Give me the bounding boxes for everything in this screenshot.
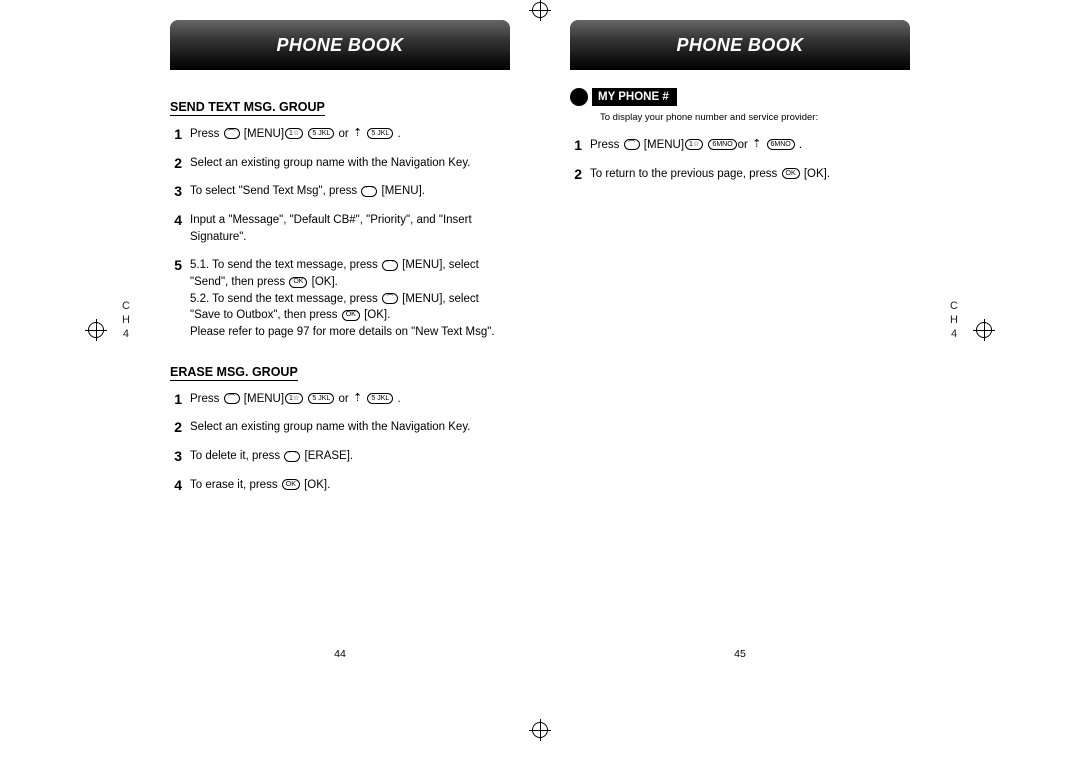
step-row: 1 Press ⌒ [MENU]1☆ 5 JKL or ⇡ 5 JKL . — [170, 391, 510, 408]
step-row: 3 To select "Send Text Msg", press ⌒ [ME… — [170, 183, 510, 200]
step-text: To select "Send Text Msg", press ⌒ [MENU… — [190, 183, 510, 200]
ok-icon: OK — [282, 479, 300, 490]
key-6: 6MNO — [708, 139, 736, 150]
ok-icon: OK — [289, 277, 307, 288]
document-spread: PHONE BOOK CH4 SEND TEXT MSG. GROUP 1 Pr… — [140, 20, 940, 720]
step-text: Press ⌒ [MENU]1☆ 5 JKL or ⇡ 5 JKL . — [190, 126, 510, 143]
nav-up-icon: ⇡ — [353, 126, 362, 142]
step-number: 1 — [570, 137, 582, 153]
step-text: Input a "Message", "Default CB#", "Prior… — [190, 212, 510, 245]
step-text: Press ⌒ [MENU]1☆ 5 JKL or ⇡ 5 JKL . — [190, 391, 510, 408]
softkey-icon: ⌒ — [382, 293, 398, 304]
step-row: 2 To return to the previous page, press … — [570, 166, 910, 183]
section-title: ERASE MSG. GROUP — [170, 365, 298, 381]
ok-icon: OK — [782, 168, 800, 179]
nav-up-icon: ⇡ — [353, 391, 362, 407]
chapter-tag-right: CH4 — [950, 300, 958, 341]
step-text: To return to the previous page, press OK… — [590, 166, 910, 183]
step-text: 5.1. To send the text message, press ⌒ [… — [190, 257, 510, 340]
step-number: 2 — [170, 419, 182, 435]
step-number: 2 — [570, 166, 582, 182]
key-1: 1☆ — [285, 128, 303, 139]
step-row: 4 To erase it, press OK [OK]. — [170, 477, 510, 494]
step-number: 2 — [170, 155, 182, 171]
page-number-left: 44 — [140, 648, 540, 660]
softkey-icon: ⌒ — [284, 451, 300, 462]
step-number: 5 — [170, 257, 182, 273]
key-5: 5 JKL — [308, 393, 334, 404]
step-row: 2 Select an existing group name with the… — [170, 155, 510, 172]
step-number: 4 — [170, 212, 182, 228]
step-row: 3 To delete it, press ⌒ [ERASE]. — [170, 448, 510, 465]
softkey-icon: ⌒ — [224, 393, 240, 404]
badge-label: MY PHONE # — [592, 88, 677, 106]
chapter-tag-left: CH4 — [122, 300, 130, 341]
page-header-title: PHONE BOOK — [676, 35, 803, 56]
badge-circle-icon — [570, 88, 588, 106]
page-number-right: 45 — [540, 648, 940, 660]
key-5: 5 JKL — [308, 128, 334, 139]
key-5b: 5 JKL — [367, 393, 393, 404]
step-text: To delete it, press ⌒ [ERASE]. — [190, 448, 510, 465]
step-number: 3 — [170, 183, 182, 199]
step-text: Select an existing group name with the N… — [190, 419, 510, 436]
page-header-title: PHONE BOOK — [276, 35, 403, 56]
page-header-left: PHONE BOOK — [170, 20, 510, 70]
step-row: 1 Press ⌒ [MENU]1☆ 6MNOor ⇡ 6MNO . — [570, 137, 910, 154]
section-subtext: To display your phone number and service… — [600, 112, 910, 123]
softkey-icon: ⌒ — [361, 186, 377, 197]
section-badge: MY PHONE # — [570, 88, 910, 106]
key-5b: 5 JKL — [367, 128, 393, 139]
key-6b: 6MNO — [767, 139, 795, 150]
key-1: 1☆ — [285, 393, 303, 404]
key-1: 1☆ — [685, 139, 703, 150]
step-number: 4 — [170, 477, 182, 493]
section-title: SEND TEXT MSG. GROUP — [170, 100, 325, 116]
page-left: PHONE BOOK CH4 SEND TEXT MSG. GROUP 1 Pr… — [140, 20, 540, 720]
step-number: 1 — [170, 391, 182, 407]
section-erase: ERASE MSG. GROUP 1 Press ⌒ [MENU]1☆ 5 JK… — [170, 353, 510, 494]
softkey-icon: ⌒ — [624, 139, 640, 150]
section-send-text: SEND TEXT MSG. GROUP 1 Press ⌒ [MENU]1☆ … — [170, 88, 510, 341]
step-row: 1 Press ⌒ [MENU]1☆ 5 JKL or ⇡ 5 JKL . — [170, 126, 510, 143]
ok-icon: OK — [342, 310, 360, 321]
nav-up-icon: ⇡ — [752, 137, 761, 153]
step-text: To erase it, press OK [OK]. — [190, 477, 510, 494]
page-header-right: PHONE BOOK — [570, 20, 910, 70]
step-number: 3 — [170, 448, 182, 464]
page-right: PHONE BOOK CH4 MY PHONE # To display you… — [540, 20, 940, 720]
step-number: 1 — [170, 126, 182, 142]
step-text: Select an existing group name with the N… — [190, 155, 510, 172]
step-text: Press ⌒ [MENU]1☆ 6MNOor ⇡ 6MNO . — [590, 137, 910, 154]
step-row: 4 Input a "Message", "Default CB#", "Pri… — [170, 212, 510, 245]
step-row: 2 Select an existing group name with the… — [170, 419, 510, 436]
step-row: 5 5.1. To send the text message, press ⌒… — [170, 257, 510, 340]
softkey-icon: ⌒ — [382, 260, 398, 271]
softkey-icon: ⌒ — [224, 128, 240, 139]
